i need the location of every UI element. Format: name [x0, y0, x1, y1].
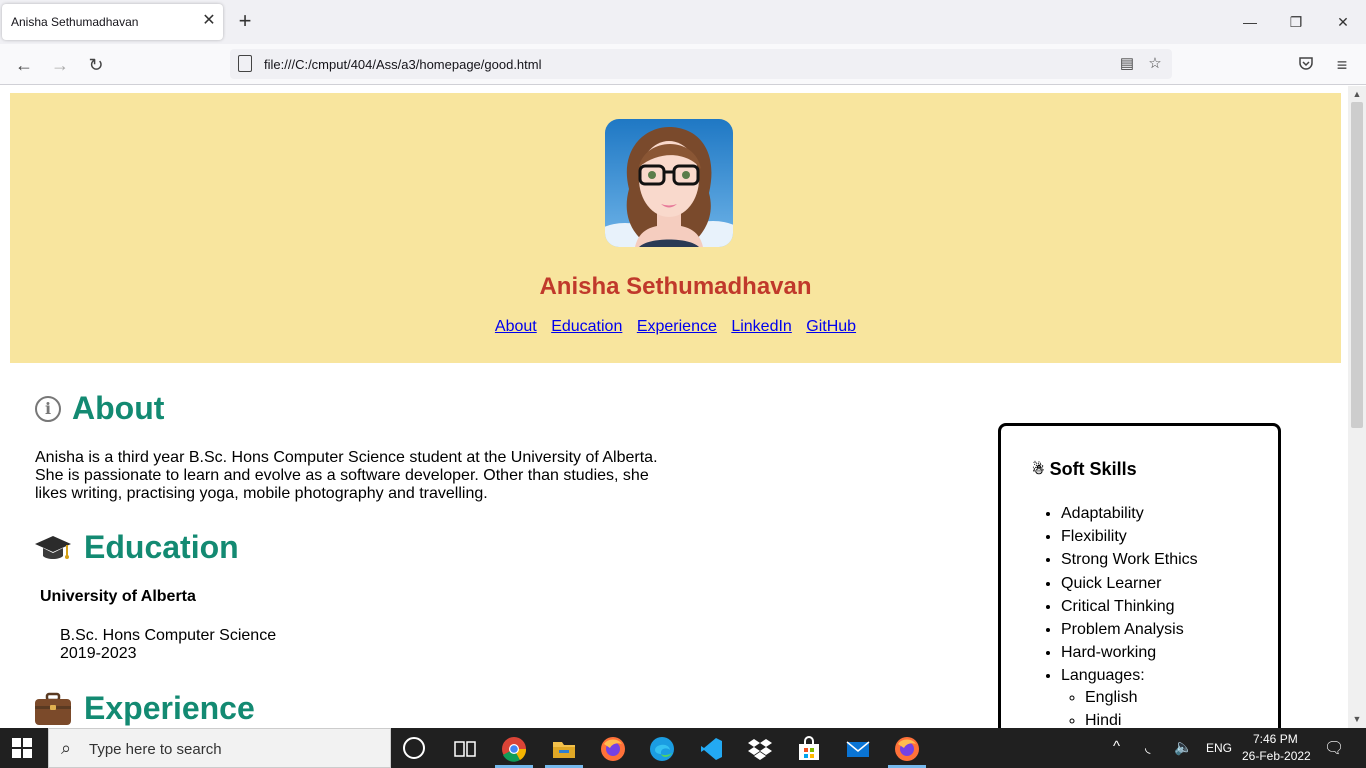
- about-line: likes writing, practising yoga, mobile p…: [35, 485, 488, 502]
- tray-chevron-icon[interactable]: ^: [1113, 738, 1120, 755]
- search-placeholder: Type here to search: [89, 741, 222, 758]
- cortana-icon[interactable]: [403, 737, 425, 759]
- education-heading: Education: [34, 529, 239, 566]
- skill-item: Problem Analysis: [1061, 618, 1198, 641]
- skill-item-languages: Languages: English Hindi: [1061, 664, 1198, 728]
- page-header: Anisha Sethumadhavan About Education Exp…: [10, 93, 1341, 363]
- soft-skills-title-text: Soft Skills: [1049, 459, 1137, 479]
- reader-view-icon[interactable]: ▤: [1116, 53, 1138, 75]
- snowman-icon: ☃: [1032, 461, 1045, 477]
- taskbar: ⌕ Type here to search ^ ◟ 🔈 ENG 7:46 PM …: [0, 728, 1366, 768]
- taskbar-search-box[interactable]: ⌕ Type here to search: [48, 728, 391, 768]
- nav-link-github[interactable]: GitHub: [806, 318, 856, 335]
- soft-skills-list: Adaptability Flexibility Strong Work Eth…: [1061, 502, 1198, 728]
- window-close-icon[interactable]: ✕: [1333, 12, 1353, 32]
- top-nav: About Education Experience LinkedIn GitH…: [10, 318, 1341, 336]
- clock-time[interactable]: 7:46 PM: [1253, 732, 1298, 746]
- degree-years: 2019-2023: [60, 645, 137, 662]
- about-heading: i About: [35, 390, 164, 427]
- restore-icon[interactable]: ❐: [1286, 12, 1306, 32]
- site-name: Anisha Sethumadhavan: [539, 273, 812, 300]
- notification-icon[interactable]: 🗨: [1324, 738, 1344, 758]
- experience-heading-text: Experience: [84, 690, 255, 726]
- languages-label: Languages:: [1061, 667, 1145, 685]
- nav-link-education[interactable]: Education: [551, 318, 622, 335]
- scroll-up-icon[interactable]: ▲: [1351, 88, 1363, 100]
- about-line: She is passionate to learn and evolve as…: [35, 467, 649, 484]
- browser-nav-bar: ← → ↻ file:///C:/cmput/404/Ass/a3/homepa…: [0, 44, 1366, 85]
- browser-tab-bar: Anisha Sethumadhavan ✕ + — ❐ ✕: [0, 0, 1366, 44]
- edge-icon[interactable]: [649, 736, 675, 762]
- degree-name: B.Sc. Hons Computer Science: [60, 627, 277, 644]
- browser-tab[interactable]: Anisha Sethumadhavan ✕: [2, 4, 223, 40]
- forward-icon[interactable]: →: [48, 53, 72, 77]
- skill-item: Adaptability: [1061, 502, 1198, 525]
- skill-item: Flexibility: [1061, 525, 1198, 548]
- page-viewport: Anisha Sethumadhavan About Education Exp…: [0, 86, 1348, 728]
- university-name: University of Alberta: [40, 588, 196, 605]
- dropbox-icon[interactable]: [747, 736, 773, 762]
- tab-title: Anisha Sethumadhavan: [11, 15, 139, 29]
- clock-date[interactable]: 26-Feb-2022: [1242, 749, 1311, 763]
- page-scrollbar[interactable]: ▲ ▼: [1348, 86, 1366, 728]
- chrome-icon[interactable]: [501, 736, 527, 762]
- menu-icon[interactable]: ≡: [1330, 53, 1354, 77]
- nav-link-about[interactable]: About: [495, 318, 537, 335]
- new-tab-icon[interactable]: +: [233, 10, 257, 34]
- vscode-icon[interactable]: [698, 736, 724, 762]
- soft-skills-card: ☃ Soft Skills Adaptability Flexibility S…: [998, 423, 1281, 728]
- info-icon: i: [35, 395, 61, 422]
- url-text[interactable]: file:///C:/cmput/404/Ass/a3/homepage/goo…: [264, 57, 542, 72]
- pocket-icon[interactable]: [1294, 53, 1318, 77]
- mail-icon[interactable]: [845, 736, 871, 762]
- soft-skills-title: ☃ Soft Skills: [1032, 459, 1137, 480]
- skill-item: Hard-working: [1061, 641, 1198, 664]
- file-icon: [238, 55, 252, 72]
- reload-icon[interactable]: ↻: [84, 53, 108, 77]
- task-view-icon[interactable]: [452, 736, 478, 762]
- scroll-down-icon[interactable]: ▼: [1351, 713, 1363, 725]
- volume-icon[interactable]: 🔈: [1174, 738, 1193, 756]
- languages-list: English Hindi: [1085, 687, 1198, 728]
- search-icon: ⌕: [61, 738, 72, 758]
- education-heading-text: Education: [84, 529, 239, 565]
- windows-start-icon[interactable]: [12, 738, 32, 758]
- minimize-icon[interactable]: —: [1240, 12, 1260, 32]
- experience-heading: Experience: [34, 690, 255, 727]
- skill-item: Critical Thinking: [1061, 595, 1198, 618]
- nav-link-experience[interactable]: Experience: [637, 318, 717, 335]
- nav-link-linkedin[interactable]: LinkedIn: [731, 318, 792, 335]
- about-heading-text: About: [72, 390, 165, 426]
- degree-block: B.Sc. Hons Computer Science 2019-2023: [60, 627, 276, 663]
- graduation-cap-icon: [35, 535, 71, 559]
- file-explorer-icon[interactable]: [551, 736, 577, 762]
- about-text: Anisha is a third year B.Sc. Hons Comput…: [35, 449, 675, 503]
- back-icon[interactable]: ←: [12, 53, 36, 77]
- url-bar[interactable]: file:///C:/cmput/404/Ass/a3/homepage/goo…: [230, 49, 1172, 79]
- firefox-icon[interactable]: [600, 736, 626, 762]
- tab-close-icon[interactable]: ✕: [200, 12, 218, 30]
- about-line: Anisha is a third year B.Sc. Hons Comput…: [35, 449, 658, 466]
- network-icon[interactable]: ◟: [1145, 739, 1150, 756]
- firefox-active-icon[interactable]: [894, 736, 920, 762]
- bookmark-star-icon[interactable]: ☆: [1144, 53, 1166, 75]
- briefcase-icon: [35, 692, 71, 725]
- skill-item: Quick Learner: [1061, 572, 1198, 595]
- store-icon[interactable]: [796, 736, 822, 762]
- language-item: Hindi: [1085, 710, 1198, 728]
- language-item: English: [1085, 687, 1198, 710]
- scroll-thumb[interactable]: [1351, 102, 1363, 428]
- avatar: [605, 119, 733, 247]
- skill-item: Strong Work Ethics: [1061, 548, 1198, 571]
- language-indicator[interactable]: ENG: [1206, 741, 1232, 755]
